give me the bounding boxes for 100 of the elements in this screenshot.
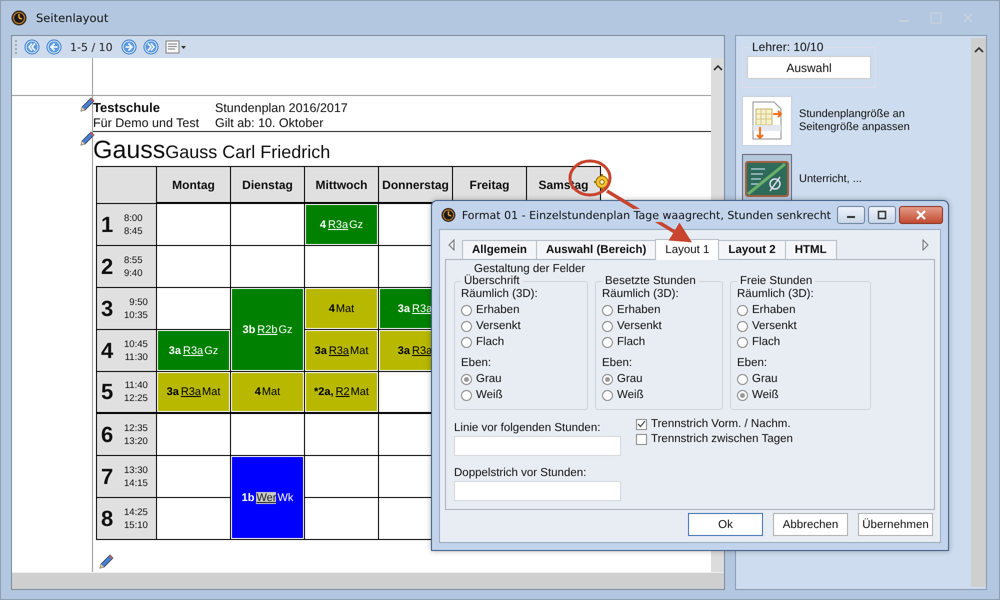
lesson-cell[interactable]: 3a R3aGz xyxy=(157,330,230,371)
period-end-time: 12:25 xyxy=(124,392,148,405)
radio-button[interactable] xyxy=(461,304,472,316)
period-end-time: 10:35 xyxy=(124,308,148,322)
scroll-up-icon[interactable] xyxy=(974,46,984,54)
input-field[interactable] xyxy=(454,481,621,501)
radio-option[interactable]: Grau xyxy=(461,371,581,387)
radio-option[interactable]: Flach xyxy=(602,334,716,350)
scroll-left-icon[interactable] xyxy=(448,238,456,250)
radio-option[interactable]: Erhaben xyxy=(602,302,716,318)
checkbox[interactable] xyxy=(636,434,647,444)
previous-page-button[interactable] xyxy=(46,39,62,55)
radio-button[interactable] xyxy=(602,304,613,316)
dialog-button[interactable]: Übernehmen xyxy=(858,513,933,536)
tab[interactable]: HTML xyxy=(784,240,837,259)
last-page-button[interactable] xyxy=(142,39,159,55)
checkbox-label: Trennstrich Vorm. / Nachm. xyxy=(651,418,791,430)
period-start-time: 14:25 xyxy=(124,506,148,518)
radio-button[interactable] xyxy=(602,390,613,400)
tab[interactable]: Layout 2 xyxy=(718,240,786,259)
section-label: Gestaltung der Felder xyxy=(474,263,586,275)
tab[interactable]: Auswahl (Bereich) xyxy=(536,240,656,259)
radio-option[interactable]: Weiß xyxy=(737,387,864,403)
maximize-button[interactable] xyxy=(868,206,896,224)
lesson-cell[interactable]: 3a R3aMat xyxy=(157,372,230,413)
teacher-count-label: Lehrer: 10/10 xyxy=(751,40,824,54)
dialog-button[interactable]: Abbrechen xyxy=(773,513,848,536)
maximize-icon[interactable] xyxy=(877,210,887,220)
period-end-time: 9:40 xyxy=(124,266,142,280)
lesson-cell[interactable]: *2a, R2 Mat xyxy=(305,372,378,413)
period-start-time: 11:40 xyxy=(124,379,148,392)
radio-option[interactable]: Erhaben xyxy=(737,302,864,318)
radio-button[interactable] xyxy=(461,374,472,384)
field-label: Linie vor folgenden Stunden: xyxy=(454,422,602,434)
radio-button[interactable] xyxy=(461,336,472,348)
period-number: 8 xyxy=(101,506,114,532)
option-heading: Räumlich (3D): xyxy=(737,288,815,300)
radio-button[interactable] xyxy=(737,304,748,316)
checkbox-label: Trennstrich zwischen Tagen xyxy=(651,433,793,445)
scroll-up-icon[interactable] xyxy=(712,64,722,72)
horizontal-scrollbar[interactable] xyxy=(12,572,724,589)
tab[interactable]: Allgemein xyxy=(462,240,537,259)
close-icon[interactable] xyxy=(915,210,927,220)
lesson-cell[interactable]: 4Mat xyxy=(231,372,304,413)
radio-button[interactable] xyxy=(602,336,613,348)
period-end-time: 14:15 xyxy=(124,476,148,490)
radio-option[interactable]: Grau xyxy=(737,371,864,387)
period-number: 1 xyxy=(101,212,114,238)
radio-button[interactable] xyxy=(737,374,748,384)
tab[interactable]: Layout 1 xyxy=(655,239,720,260)
select-button[interactable]: Auswahl xyxy=(747,56,871,79)
radio-button[interactable] xyxy=(737,390,748,400)
radio-button[interactable] xyxy=(461,390,472,400)
radio-option[interactable]: Versenkt xyxy=(602,318,716,334)
period-number: 5 xyxy=(101,379,114,405)
input-field[interactable] xyxy=(454,436,621,456)
period-number: 2 xyxy=(101,254,114,280)
radio-option[interactable]: Weiß xyxy=(602,387,716,403)
scroll-right-icon[interactable] xyxy=(921,238,929,250)
clock-icon xyxy=(441,207,456,223)
radio-option[interactable]: Erhaben xyxy=(461,302,581,318)
settings-icon[interactable] xyxy=(593,173,611,191)
pencil-icon[interactable] xyxy=(98,553,115,570)
group-title: Besetzte Stunden xyxy=(604,275,697,287)
pencil-icon[interactable] xyxy=(79,130,96,147)
period-start-time: 8:00 xyxy=(124,212,142,224)
next-page-button[interactable] xyxy=(120,39,137,55)
radio-option[interactable]: Flach xyxy=(737,334,864,350)
ok-button[interactable]: Ok xyxy=(688,513,763,536)
radio-option[interactable]: Weiß xyxy=(461,387,581,403)
radio-option[interactable]: Versenkt xyxy=(737,318,864,334)
period-number: 3 xyxy=(101,296,114,322)
period-end-time: 15:10 xyxy=(124,518,148,532)
radio-button[interactable] xyxy=(737,336,748,348)
radio-button[interactable] xyxy=(602,320,613,332)
radio-button[interactable] xyxy=(461,320,472,332)
radio-option[interactable]: Versenkt xyxy=(461,318,581,334)
minimize-button[interactable] xyxy=(837,206,865,224)
lesson-cell[interactable]: 3a R3aMat xyxy=(305,330,378,371)
fit-to-page-button[interactable] xyxy=(742,96,792,146)
radio-option[interactable]: Flach xyxy=(461,334,581,350)
field-label: Doppelstrich vor Stunden: xyxy=(454,467,588,479)
period-start-time: 8:55 xyxy=(124,254,142,266)
period-start-time: 10:45 xyxy=(124,338,148,350)
lesson-cell[interactable]: 4 R3aGz xyxy=(305,204,378,245)
radio-option[interactable]: Grau xyxy=(602,371,716,387)
vertical-scrollbar[interactable] xyxy=(971,38,986,587)
option-heading: Räumlich (3D): xyxy=(461,288,539,300)
radio-button[interactable] xyxy=(737,320,748,332)
radio-button[interactable] xyxy=(602,374,613,384)
page-view-dropdown[interactable] xyxy=(164,40,187,54)
group-title: Überschrift xyxy=(463,275,520,287)
page-resize-icon xyxy=(750,101,784,141)
action-label: Stundenplangröße an Seitengröße anpassen xyxy=(799,108,911,134)
period-end-time: 11:30 xyxy=(124,350,148,364)
lesson-cell[interactable]: 4Mat xyxy=(305,288,378,329)
option-heading: Eben: xyxy=(461,357,492,369)
first-page-button[interactable] xyxy=(24,39,40,55)
lesson-cell[interactable]: 3b R2bGz xyxy=(231,288,304,371)
close-button[interactable] xyxy=(899,206,943,224)
